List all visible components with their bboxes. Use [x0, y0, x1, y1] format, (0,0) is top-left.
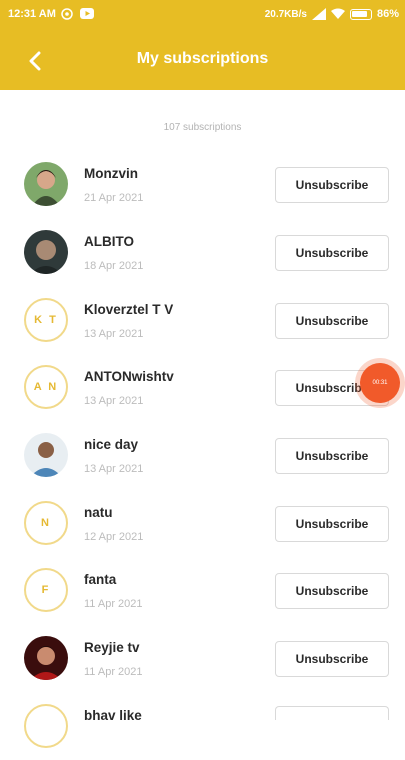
- unsubscribe-button[interactable]: Unsubscribe: [275, 235, 389, 271]
- screen-recorder-bubble[interactable]: 00:31: [360, 363, 400, 403]
- avatar: [24, 230, 68, 274]
- avatar: F: [24, 568, 68, 612]
- channel-name: fanta: [84, 572, 117, 587]
- avatar: A N: [24, 365, 68, 409]
- status-bar: 12:31 AM 20.7KB/s 86%: [0, 0, 405, 30]
- subscriptions-count: 107 subscriptions: [163, 122, 242, 133]
- avatar: [24, 636, 68, 680]
- channel-name: bhav like: [84, 708, 142, 723]
- unsubscribe-button[interactable]: Unsubscribe: [275, 506, 389, 542]
- subscribe-date: 18 Apr 2021: [84, 260, 144, 272]
- avatar: [24, 704, 68, 748]
- wifi-icon: [330, 8, 345, 20]
- channel-name: Reyjie tv: [84, 640, 140, 655]
- page-title: My subscriptions: [136, 50, 269, 67]
- recorder-timer: 00:31: [372, 380, 388, 386]
- subscribe-date: 13 Apr 2021: [84, 395, 144, 407]
- list-item: nice day 13 Apr 2021 Unsubscribe: [0, 421, 405, 489]
- unsubscribe-button[interactable]: Unsubscribe: [275, 641, 389, 677]
- list-item: A N ANTONwishtv 13 Apr 2021 Unsubscribe: [0, 353, 405, 421]
- subscribe-date: 13 Apr 2021: [84, 463, 144, 475]
- channel-name: ALBITO: [84, 234, 134, 249]
- status-time: 12:31 AM: [8, 8, 56, 20]
- unsubscribe-button[interactable]: Unsubscribe: [275, 167, 389, 203]
- network-speed: 20.7KB/s: [264, 8, 307, 20]
- unsubscribe-button[interactable]: Unsubscribe: [275, 303, 389, 339]
- avatar: [24, 162, 68, 206]
- youtube-icon: [79, 8, 94, 20]
- channel-name: ANTONwishtv: [84, 369, 174, 384]
- subscribe-date: 13 Apr 2021: [84, 328, 144, 340]
- unsubscribe-button[interactable]: Unsubscribe: [275, 573, 389, 609]
- list-item: F fanta 11 Apr 2021 Unsubscribe: [0, 556, 405, 624]
- list-item: N natu 12 Apr 2021 Unsubscribe: [0, 489, 405, 557]
- subscribe-date: 11 Apr 2021: [84, 666, 143, 678]
- whatsapp-icon: [61, 8, 75, 20]
- subscribe-date: 21 Apr 2021: [84, 192, 144, 204]
- list-item: K T Kloverztel T V 13 Apr 2021 Unsubscri…: [0, 286, 405, 354]
- channel-name: Kloverztel T V: [84, 302, 174, 317]
- battery-icon: [349, 8, 372, 20]
- list-item: bhav like: [0, 692, 405, 760]
- channel-name: nice day: [84, 437, 139, 452]
- unsubscribe-button[interactable]: [275, 706, 389, 720]
- list-item: Reyjie tv 11 Apr 2021 Unsubscribe: [0, 624, 405, 692]
- avatar: K T: [24, 298, 68, 342]
- battery-percent: 86%: [376, 8, 399, 20]
- app-header: My subscriptions: [0, 30, 405, 90]
- channel-name: Monzvin: [84, 166, 138, 181]
- signal-icon: [311, 8, 326, 20]
- subscribe-date: 11 Apr 2021: [84, 598, 143, 610]
- unsubscribe-button[interactable]: Unsubscribe: [275, 438, 389, 474]
- avatar: N: [24, 501, 68, 545]
- channel-name: natu: [84, 505, 113, 520]
- list-item: ALBITO 18 Apr 2021 Unsubscribe: [0, 218, 405, 286]
- avatar: [24, 433, 68, 477]
- subscribe-date: 12 Apr 2021: [84, 531, 144, 543]
- list-item: Monzvin 21 Apr 2021 Unsubscribe: [0, 150, 405, 218]
